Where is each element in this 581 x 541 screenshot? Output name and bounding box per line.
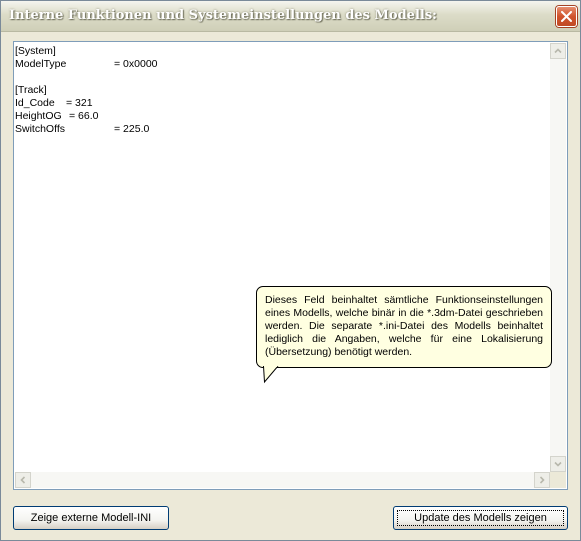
line-value: = 225.0 bbox=[114, 123, 150, 135]
close-button[interactable] bbox=[556, 6, 577, 27]
scrollbar-corner bbox=[550, 472, 566, 488]
chevron-up-icon bbox=[554, 48, 562, 54]
content-line: [System] bbox=[15, 45, 545, 58]
update-model-button[interactable]: Update des Modells zeigen bbox=[393, 506, 568, 530]
dialog-window: Interne Funktionen und Systemeinstellung… bbox=[0, 0, 581, 541]
model-settings-textarea[interactable]: [System] ModelType = 0x0000 [Track] Id_C… bbox=[13, 41, 568, 490]
line-key: HeightOG bbox=[15, 110, 62, 122]
close-icon bbox=[561, 11, 572, 22]
vertical-scrollbar[interactable] bbox=[549, 43, 566, 472]
line-value: = 0x0000 bbox=[114, 58, 158, 70]
content-line: [Track] bbox=[15, 84, 545, 97]
scroll-up-button[interactable] bbox=[550, 43, 566, 59]
settings-content: [System] ModelType = 0x0000 [Track] Id_C… bbox=[15, 45, 545, 136]
line-value: = 321 bbox=[66, 97, 93, 109]
chevron-down-icon bbox=[554, 461, 562, 467]
window-title: Interne Funktionen und Systemeinstellung… bbox=[9, 8, 437, 23]
scroll-down-button[interactable] bbox=[550, 456, 566, 472]
line-key: Id_Code bbox=[15, 97, 55, 109]
line-value: = 66.0 bbox=[69, 110, 99, 122]
line-key: [Track] bbox=[15, 84, 47, 96]
content-line: SwitchOffs = 225.0 bbox=[15, 123, 545, 136]
content-line: Id_Code = 321 bbox=[15, 97, 545, 110]
focus-rect bbox=[397, 510, 564, 526]
content-line: ModelType = 0x0000 bbox=[15, 58, 545, 71]
tooltip-pointer bbox=[263, 366, 279, 384]
chevron-right-icon bbox=[539, 476, 545, 484]
info-tooltip: Dieses Feld beinhaltet sämtliche Funktio… bbox=[256, 286, 552, 368]
content-line: HeightOG = 66.0 bbox=[15, 110, 545, 123]
line-key: ModelType bbox=[15, 58, 67, 70]
chevron-left-icon bbox=[20, 476, 26, 484]
line-key: [System] bbox=[15, 45, 56, 57]
horizontal-scrollbar[interactable] bbox=[15, 472, 550, 488]
scroll-right-button[interactable] bbox=[534, 472, 550, 488]
show-external-ini-button[interactable]: Zeige externe Modell-INI bbox=[13, 506, 169, 530]
scroll-left-button[interactable] bbox=[15, 472, 31, 488]
title-bar[interactable]: Interne Funktionen und Systemeinstellung… bbox=[1, 1, 580, 32]
content-line-empty bbox=[15, 71, 545, 84]
line-key: SwitchOffs bbox=[15, 123, 65, 135]
